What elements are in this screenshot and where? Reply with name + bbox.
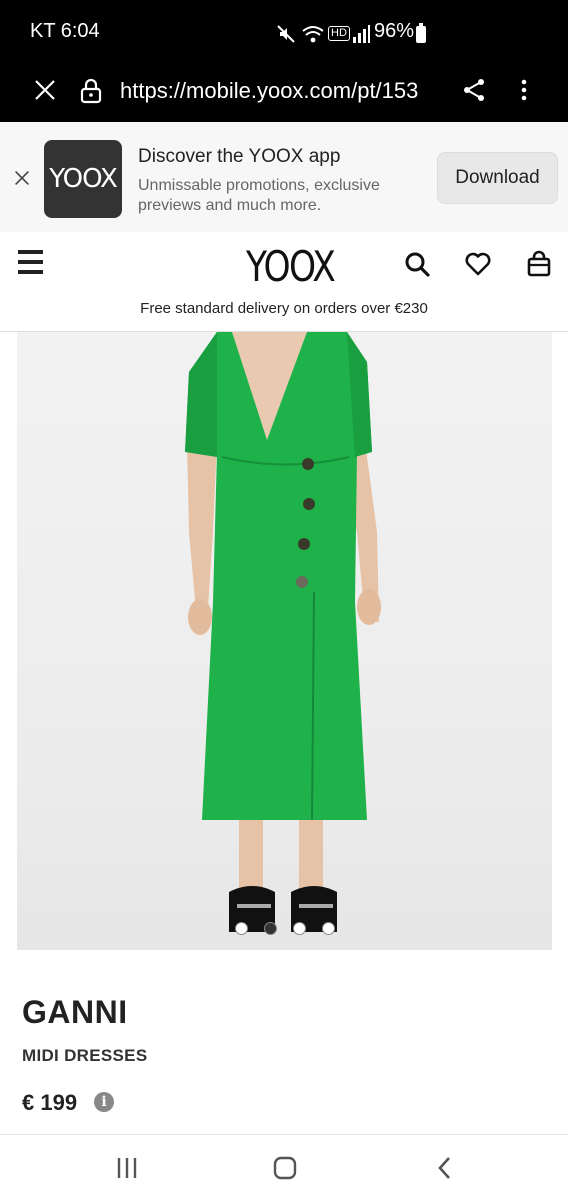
carousel-dot[interactable] xyxy=(234,922,248,935)
system-nav-bar xyxy=(0,1134,568,1200)
browser-toolbar: https://mobile.yoox.com/pt/153 xyxy=(0,66,568,122)
carousel-dot[interactable] xyxy=(263,922,277,935)
heart-icon[interactable] xyxy=(464,250,492,278)
signal-icon xyxy=(353,25,370,43)
info-icon[interactable]: i xyxy=(94,1092,114,1112)
battery-percent: 96% xyxy=(374,20,415,42)
url-field[interactable]: https://mobile.yoox.com/pt/153 xyxy=(120,78,442,104)
carousel-dots xyxy=(17,922,552,935)
home-icon[interactable] xyxy=(270,1153,300,1183)
product-brand[interactable]: GANNI xyxy=(22,994,128,1031)
product-image[interactable] xyxy=(17,332,552,950)
carousel-dot[interactable] xyxy=(292,922,306,935)
battery-icon xyxy=(416,23,426,43)
lock-icon[interactable] xyxy=(80,78,102,104)
back-icon[interactable] xyxy=(430,1153,460,1183)
site-logo[interactable]: YOOX xyxy=(246,242,336,291)
wifi-icon xyxy=(302,26,324,43)
product-category: MIDI DRESSES xyxy=(22,1046,148,1065)
share-icon[interactable] xyxy=(462,78,486,102)
carousel-dot[interactable] xyxy=(321,922,335,935)
banner-close-icon[interactable] xyxy=(14,170,30,186)
status-bar: KT 6:04 HD 96% xyxy=(0,0,568,66)
dress-illustration xyxy=(185,332,381,932)
app-logo: YOOX xyxy=(44,140,122,218)
status-time: KT 6:04 xyxy=(30,20,100,42)
menu-icon[interactable] xyxy=(18,250,43,274)
site-header: YOOX Free standard delivery on orders ov… xyxy=(0,232,568,332)
mute-icon xyxy=(277,25,295,43)
banner-title: Discover the YOOX app xyxy=(138,146,341,167)
download-button[interactable]: Download xyxy=(437,152,558,204)
close-icon[interactable] xyxy=(33,78,57,102)
recent-apps-icon[interactable] xyxy=(112,1153,142,1183)
banner-subtitle: Unmissable promotions, exclusive preview… xyxy=(138,177,380,214)
more-vertical-icon[interactable] xyxy=(512,78,536,102)
hd-icon: HD xyxy=(328,26,350,41)
delivery-notice: Free standard delivery on orders over €2… xyxy=(140,300,428,317)
bag-icon[interactable] xyxy=(525,250,553,278)
product-price: € 199 xyxy=(22,1090,78,1115)
app-banner: YOOX Discover the YOOX app Unmissable pr… xyxy=(0,122,568,232)
search-icon[interactable] xyxy=(403,250,431,278)
